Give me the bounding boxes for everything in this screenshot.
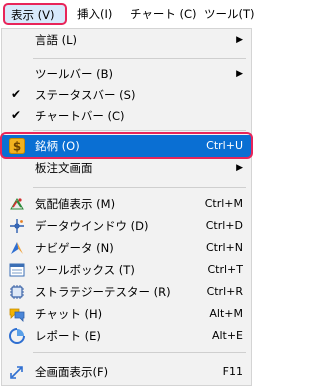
navigator-icon <box>11 242 23 254</box>
menu-item-shortcut: Ctrl+T <box>207 263 243 276</box>
menu-separator <box>33 187 246 188</box>
menu-item-symbols[interactable]: $ 銘柄 (O) Ctrl+U <box>0 132 253 159</box>
menu-separator <box>33 352 246 353</box>
menu-item-language[interactable]: 言語 (L) ▶ <box>2 29 251 51</box>
menu-item-label: ナビゲータ (N) <box>35 241 114 255</box>
menu-item-toolbox[interactable]: ツールボックス (T) Ctrl+T <box>2 259 251 281</box>
menu-item-chat[interactable]: チャット (H) Alt+M <box>2 303 251 325</box>
menu-item-toolbar[interactable]: ツールバー (B) ▶ <box>2 63 251 85</box>
menu-item-chartbar[interactable]: ✔ チャートバー (C) <box>2 105 251 127</box>
menu-item-shortcut: Ctrl+D <box>205 219 243 232</box>
menu-item-order-screen[interactable]: 板注文画面 ▶ <box>2 159 251 181</box>
menu-item-label: ステータスバー (S) <box>35 88 136 102</box>
menu-separator <box>33 58 246 59</box>
menu-item-label: チャートバー (C) <box>35 109 125 123</box>
report-icon <box>9 328 25 344</box>
menu-item-label: ストラテジーテスター (R) <box>35 285 171 299</box>
menu-item-label: ツールバー (B) <box>35 67 114 81</box>
menu-item-shortcut: Ctrl+N <box>205 241 243 254</box>
menu-item-shortcut: F11 <box>222 365 243 378</box>
menu-item-label: 銘柄 (O) <box>35 139 80 153</box>
menu-item-label: 板注文画面 <box>35 161 93 175</box>
view-menu-dropdown: 言語 (L) ▶ ツールバー (B) ▶ ✔ ステータスバー (S) ✔ チャー… <box>0 28 253 386</box>
menu-item-shortcut: Alt+E <box>211 329 243 342</box>
chat-icon <box>9 308 25 322</box>
menu-item-report[interactable]: レポート (E) Alt+E <box>2 325 251 347</box>
menu-item-label: 言語 (L) <box>35 33 78 47</box>
menu-item-shortcut: Alt+M <box>209 307 243 320</box>
menu-bar: 表示 (V) 挿入(I) チャート (C) ツール(T) <box>0 0 255 28</box>
dollar-icon: $ <box>9 138 25 154</box>
checkmark-icon: ✔ <box>11 108 22 122</box>
submenu-arrow-icon: ▶ <box>236 163 243 173</box>
menu-item-label: 全画面表示(F) <box>35 365 109 379</box>
svg-text:$: $ <box>13 140 21 154</box>
menu-item-label: レポート (E) <box>35 329 101 343</box>
toolbox-icon <box>9 263 25 277</box>
submenu-arrow-icon: ▶ <box>236 35 243 45</box>
menu-chart[interactable]: チャート (C) <box>130 5 197 23</box>
menu-item-label: ツールボックス (T) <box>35 263 135 277</box>
menu-item-label: チャット (H) <box>35 307 103 321</box>
expand-icon <box>10 366 23 379</box>
menu-item-data-window[interactable]: データウインドウ (D) Ctrl+D <box>2 215 251 237</box>
menu-item-shortcut: Ctrl+M <box>204 197 243 210</box>
menu-item-fullscreen[interactable]: 全画面表示(F) F11 <box>2 361 251 383</box>
chip-icon <box>10 285 24 299</box>
menu-item-shortcut: Ctrl+R <box>206 285 243 298</box>
menu-item-navigator[interactable]: ナビゲータ (N) Ctrl+N <box>2 237 251 259</box>
menu-item-label: データウインドウ (D) <box>35 219 149 233</box>
menu-item-shortcut: Ctrl+U <box>206 139 243 152</box>
menu-view[interactable]: 表示 (V) <box>3 3 67 25</box>
menu-tools[interactable]: ツール(T) <box>204 5 255 23</box>
checkmark-icon: ✔ <box>11 87 22 101</box>
menu-item-market-watch[interactable]: 気配値表示 (M) Ctrl+M <box>2 193 251 215</box>
crosshair-icon <box>10 219 24 233</box>
submenu-arrow-icon: ▶ <box>236 69 243 79</box>
menu-separator <box>33 130 246 131</box>
menu-item-strategy-tester[interactable]: ストラテジーテスター (R) Ctrl+R <box>2 281 251 303</box>
market-watch-icon <box>10 198 24 210</box>
menu-item-label: 気配値表示 (M) <box>35 197 116 211</box>
menu-item-statusbar[interactable]: ✔ ステータスバー (S) <box>2 84 251 106</box>
menu-insert[interactable]: 挿入(I) <box>77 5 112 23</box>
